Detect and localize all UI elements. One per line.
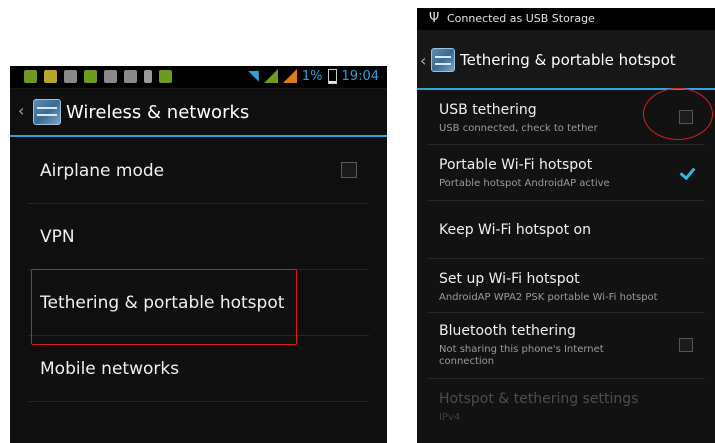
usb-icon xyxy=(144,70,152,83)
bluetooth-tethering-item[interactable]: Bluetooth tethering Not sharing this pho… xyxy=(427,313,705,379)
signal-icon xyxy=(282,69,297,83)
signal-icon xyxy=(263,69,278,83)
item-title: Set up Wi-Fi hotspot xyxy=(439,271,580,287)
item-summary: AndroidAP WPA2 PSK portable Wi-Fi hotspo… xyxy=(439,292,658,303)
status-bar: Ψ Connected as USB Storage xyxy=(417,8,715,30)
notification-icon xyxy=(24,70,37,83)
notification-icon xyxy=(104,70,117,83)
clock: 19:04 xyxy=(341,68,379,84)
chevron-left-icon[interactable]: ‹ xyxy=(420,51,426,70)
airplane-mode-item[interactable]: Airplane mode xyxy=(28,138,369,204)
hotspot-tethering-settings-item: Hotspot & tethering settings IPv4 xyxy=(427,379,705,435)
settings-list: USB tethering USB connected, check to te… xyxy=(417,89,715,435)
item-title: Hotspot & tethering settings xyxy=(439,391,639,407)
item-title: USB tethering xyxy=(439,102,537,118)
item-label: Airplane mode xyxy=(40,161,165,181)
settings-icon[interactable] xyxy=(33,99,61,125)
bluetooth-tethering-checkbox[interactable] xyxy=(679,338,693,352)
airplane-mode-checkbox[interactable] xyxy=(341,162,357,178)
setup-wifi-hotspot-item[interactable]: Set up Wi-Fi hotspot AndroidAP WPA2 PSK … xyxy=(427,259,705,313)
chevron-left-icon[interactable]: ‹ xyxy=(18,101,24,120)
page-title: Tethering & portable hotspot xyxy=(460,51,676,69)
item-summary: USB connected, check to tether xyxy=(439,123,598,134)
notification-icon xyxy=(44,70,57,83)
portable-hotspot-checkbox[interactable] xyxy=(679,166,693,180)
android-icon xyxy=(159,70,172,83)
page-title: Wireless & networks xyxy=(66,102,250,123)
item-title: Portable Wi-Fi hotspot xyxy=(439,157,593,173)
mobile-networks-item[interactable]: Mobile networks xyxy=(28,336,369,402)
notification-icons xyxy=(24,70,172,83)
annotation-circle xyxy=(643,88,713,140)
vpn-item[interactable]: VPN xyxy=(28,204,369,270)
usb-icon: Ψ xyxy=(429,11,440,26)
item-title: Bluetooth tethering xyxy=(439,323,576,339)
notification-icon xyxy=(84,70,97,83)
item-title: Keep Wi-Fi hotspot on xyxy=(439,222,591,238)
item-summary: Portable hotspot AndroidAP active xyxy=(439,178,610,189)
left-phone-screen: ◥ 1% 19:04 ‹ Wireless & networks Airplan… xyxy=(10,66,387,443)
settings-icon[interactable] xyxy=(431,48,455,72)
item-label: VPN xyxy=(40,227,75,247)
notification-icon xyxy=(64,70,77,83)
keep-wifi-hotspot-item[interactable]: Keep Wi-Fi hotspot on xyxy=(427,201,705,259)
battery-percent: 1% xyxy=(301,68,323,84)
notification-text: Connected as USB Storage xyxy=(447,12,595,25)
portable-wifi-hotspot-item[interactable]: Portable Wi-Fi hotspot Portable hotspot … xyxy=(427,145,705,201)
notification-icon xyxy=(124,70,137,83)
highlight-box xyxy=(31,269,297,345)
wifi-icon: ◥ xyxy=(248,68,259,84)
battery-icon xyxy=(327,68,337,84)
item-summary: Not sharing this phone's Internet connec… xyxy=(439,344,604,367)
status-right: ◥ 1% 19:04 xyxy=(248,68,379,84)
action-bar: ‹ Tethering & portable hotspot xyxy=(417,30,715,90)
status-bar: ◥ 1% 19:04 xyxy=(10,66,387,89)
item-label: Mobile networks xyxy=(40,359,180,379)
action-bar: ‹ Wireless & networks xyxy=(10,89,387,137)
item-summary: IPv4 xyxy=(439,412,461,423)
right-phone-screen: Ψ Connected as USB Storage ‹ Tethering &… xyxy=(417,8,715,443)
